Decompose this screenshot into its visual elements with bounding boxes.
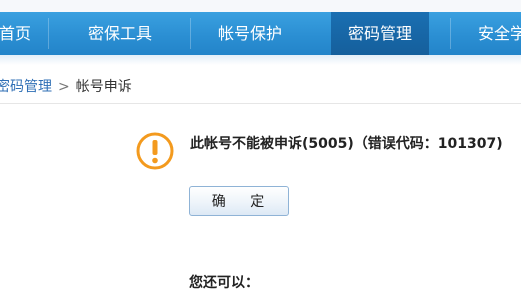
nav-password-management[interactable]: 密码管理 <box>331 12 429 55</box>
main-nav: 首页 密保工具 帐号保护 密码管理 安全学 <box>0 12 521 55</box>
breadcrumb-divider <box>0 103 521 104</box>
nav-security-learn[interactable]: 安全学 <box>478 12 521 55</box>
top-strip <box>0 0 521 12</box>
nav-home[interactable]: 首页 <box>0 12 40 55</box>
nav-divider <box>450 18 451 49</box>
also-can-label: 您还可以： <box>189 275 259 291</box>
nav-account-protection[interactable]: 帐号保护 <box>200 12 300 55</box>
nav-shadow <box>0 55 521 65</box>
warning-icon <box>136 132 174 170</box>
nav-security-tools[interactable]: 密保工具 <box>70 12 170 55</box>
breadcrumb-current: 帐号申诉 <box>75 79 132 95</box>
breadcrumb-password-management[interactable]: 密码管理 <box>0 79 52 95</box>
nav-divider <box>48 18 49 49</box>
error-message: 此帐号不能被申诉(5005)（错误代码：101307) <box>190 136 503 152</box>
nav-divider <box>190 18 191 49</box>
breadcrumb-separator: > <box>58 79 70 95</box>
breadcrumb: 密码管理 > 帐号申诉 <box>0 77 132 97</box>
confirm-button[interactable]: 确 定 <box>189 186 289 216</box>
